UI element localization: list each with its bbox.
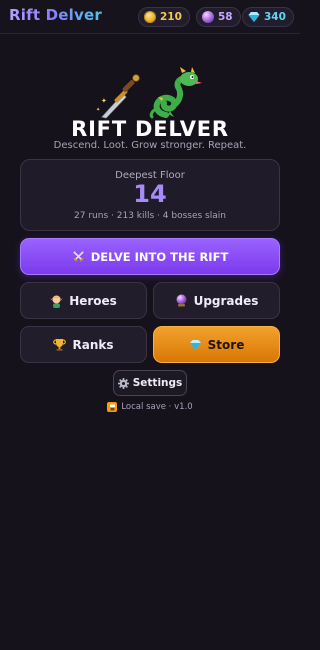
- settings-button[interactable]: Settings: [113, 370, 187, 396]
- store-button[interactable]: Store: [153, 326, 280, 363]
- gem-counter[interactable]: 340: [242, 7, 294, 27]
- crossed-swords-icon: [72, 251, 84, 262]
- gem-icon: [248, 12, 260, 22]
- gold-counter[interactable]: 210: [138, 7, 190, 27]
- dagger-icon: ✦ ✦: [96, 74, 140, 119]
- crystal-ball-icon: [202, 11, 214, 23]
- footer-text: Local save · v1.0: [121, 402, 193, 412]
- footer: Local save · v1.0: [0, 402, 300, 412]
- elf-icon: [50, 295, 64, 308]
- gold-coin-icon: [144, 11, 156, 23]
- svg-text:✦: ✦: [101, 97, 107, 105]
- heroes-button[interactable]: Heroes: [20, 282, 147, 319]
- orb-value: 58: [218, 11, 233, 23]
- delve-button[interactable]: DELVE INTO THE RIFT: [20, 238, 280, 275]
- gold-value: 210: [160, 11, 182, 23]
- dragon-icon: [149, 67, 202, 119]
- upgrades-button-label: Upgrades: [193, 293, 259, 308]
- deepest-floor-value: 14: [133, 180, 167, 208]
- gem-icon: [189, 339, 201, 350]
- deepest-floor-card: Deepest Floor 14 27 runs · 213 kills · 4…: [20, 159, 280, 231]
- ranks-button[interactable]: Ranks: [20, 326, 147, 363]
- game-title: RIFT DELVER: [71, 117, 229, 141]
- tagline: Descend. Loot. Grow stronger. Repeat.: [53, 140, 247, 151]
- settings-button-label: Settings: [132, 377, 183, 389]
- heroes-button-label: Heroes: [69, 293, 117, 308]
- ranks-button-label: Ranks: [72, 337, 114, 352]
- store-button-label: Store: [207, 337, 245, 352]
- upgrades-button[interactable]: Upgrades: [153, 282, 280, 319]
- orb-counter[interactable]: 58: [196, 7, 241, 27]
- gear-icon: [117, 377, 129, 389]
- delve-button-label: DELVE INTO THE RIFT: [90, 249, 229, 264]
- crystal-ball-icon: [176, 294, 187, 307]
- save-icon: [107, 402, 118, 412]
- hero-emblem: ✦ ✦: [96, 67, 202, 119]
- run-summary: 27 runs · 213 kills · 4 bosses slain: [74, 211, 226, 221]
- app-title: Rift Delver: [9, 6, 102, 24]
- trophy-icon: [53, 339, 67, 351]
- gem-value: 340: [264, 11, 286, 23]
- top-bar: Rift Delver 210 58 340: [0, 0, 300, 34]
- svg-text:✦: ✦: [96, 107, 100, 113]
